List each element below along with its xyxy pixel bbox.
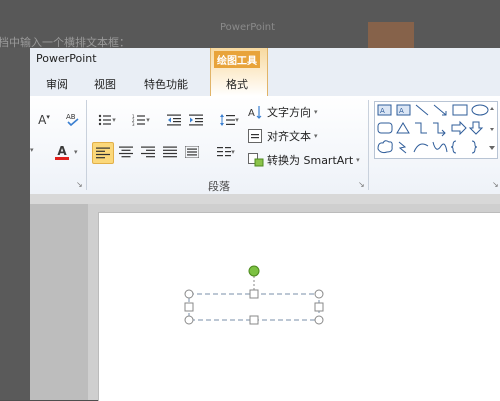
distributed-button[interactable] (182, 142, 202, 162)
background-left-strip (0, 48, 30, 400)
background-app-name: PowerPoint (220, 22, 276, 33)
columns-icon (217, 147, 232, 157)
line-spacing-button[interactable]: ▾ (216, 112, 242, 128)
text-direction-icon: A (248, 106, 262, 119)
svg-text:AB: AB (66, 113, 76, 121)
shapes-gallery-icons: A A (377, 104, 495, 154)
bullets-dropdown-arrow[interactable]: ▾ (112, 116, 116, 124)
spellcheck-icon: AB (66, 113, 79, 127)
text-box-selection[interactable] (180, 262, 330, 332)
align-text-icon (248, 129, 262, 143)
resize-handle-top-left[interactable] (184, 289, 194, 299)
tab-format[interactable]: 格式 (226, 76, 248, 92)
align-right-icon (141, 146, 155, 158)
svg-text:A: A (248, 108, 255, 119)
convert-to-smartart-button[interactable]: 转换为 SmartArt ▾ (248, 152, 360, 168)
align-center-button[interactable] (116, 142, 136, 162)
spellcheck-button[interactable]: AB (64, 110, 82, 128)
smartart-icon (248, 153, 264, 167)
decrease-indent-icon (167, 114, 181, 126)
font-color-bar (55, 156, 69, 160)
drawing-tools-label: 绘图工具 (214, 51, 260, 68)
rotation-handle[interactable] (248, 265, 260, 277)
svg-text:A: A (399, 107, 404, 115)
tab-special-features[interactable]: 特色功能 (144, 76, 188, 92)
decrease-indent-button[interactable] (166, 112, 182, 128)
background-tab-highlight (368, 22, 414, 48)
font-color-icon: A (57, 143, 67, 158)
slide-thumbnail-pane[interactable] (30, 204, 88, 400)
bullets-button[interactable]: ▾ (94, 112, 120, 128)
line-spacing-icon (220, 114, 236, 126)
columns-dropdown-arrow[interactable]: ▾ (231, 148, 235, 156)
resize-handle-bottom-left[interactable] (184, 315, 194, 325)
workspace-gap (30, 194, 500, 204)
smartart-dropdown-arrow[interactable]: ▾ (356, 156, 360, 164)
distributed-icon (185, 146, 199, 158)
columns-button[interactable]: ▾ (212, 142, 240, 162)
increase-indent-icon (189, 114, 203, 126)
resize-handle-bottom-right[interactable] (314, 315, 324, 325)
paragraph-group-launcher[interactable]: ↘ (358, 180, 365, 189)
align-left-icon (96, 147, 110, 159)
font-dropdown-arrow[interactable]: ▾ (30, 146, 34, 154)
text-direction-label: 文字方向 (267, 106, 311, 119)
resize-handle-top[interactable] (249, 289, 259, 299)
svg-text:A: A (380, 107, 385, 115)
window-title: PowerPoint (36, 52, 97, 65)
justify-icon (163, 146, 177, 158)
tab-review[interactable]: 审阅 (46, 76, 68, 92)
svg-text:3: 3 (132, 122, 135, 126)
text-direction-dropdown-arrow[interactable]: ▾ (314, 108, 318, 116)
paragraph-group-label: 段落 (208, 180, 230, 193)
tab-view[interactable]: 视图 (94, 76, 116, 92)
align-center-icon (119, 146, 133, 158)
font-color-dropdown[interactable]: ▾ (74, 148, 78, 156)
align-left-button[interactable] (92, 142, 114, 164)
line-spacing-dropdown-arrow[interactable]: ▾ (235, 116, 239, 124)
font-size-decrease-icon: A▾ (38, 113, 50, 127)
align-text-dropdown-arrow[interactable]: ▾ (314, 132, 318, 140)
numbering-dropdown-arrow[interactable]: ▾ (146, 116, 150, 124)
font-size-decrease-button[interactable]: A▾ (36, 112, 52, 128)
smartart-label: 转换为 SmartArt (267, 154, 354, 167)
shapes-group-launcher[interactable]: ↘ (492, 180, 499, 189)
numbering-icon: 1 2 3 (132, 114, 146, 126)
increase-indent-button[interactable] (188, 112, 204, 128)
resize-handle-left[interactable] (184, 302, 194, 312)
text-direction-button[interactable]: A 文字方向 ▾ (248, 104, 318, 120)
resize-handle-right[interactable] (314, 302, 324, 312)
justify-button[interactable] (160, 142, 180, 162)
resize-handle-bottom[interactable] (249, 315, 259, 325)
align-text-label: 对齐文本 (267, 130, 311, 143)
shapes-gallery[interactable]: A A (374, 101, 498, 159)
numbering-button[interactable]: 1 2 3 ▾ (128, 112, 154, 128)
resize-handle-top-right[interactable] (314, 289, 324, 299)
font-group-launcher[interactable]: ↘ (76, 180, 83, 189)
align-text-button[interactable]: 对齐文本 ▾ (248, 128, 318, 144)
bullets-icon (99, 114, 112, 126)
font-color-button[interactable]: A (52, 142, 72, 162)
group-separator (368, 100, 369, 190)
align-right-button[interactable] (138, 142, 158, 162)
group-separator (86, 100, 87, 190)
